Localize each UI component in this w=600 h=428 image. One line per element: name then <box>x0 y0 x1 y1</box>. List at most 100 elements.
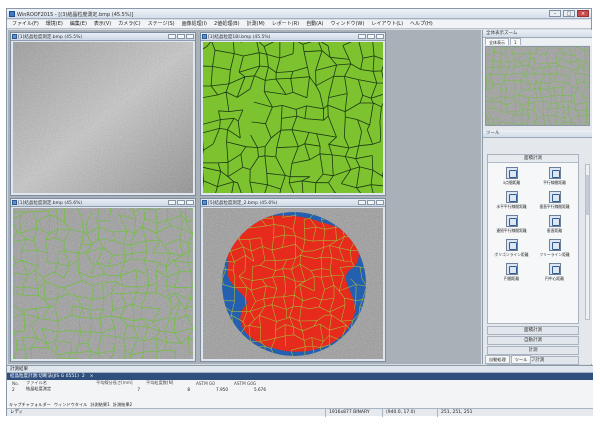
micrograph-circle[interactable] <box>203 208 383 359</box>
title-bar: WinROOF2015 - [(3)結晶粒度測定.bmp (45.5%)] – … <box>7 9 591 19</box>
menu-bar: ファイル(F) 環境(E) 編集(E) 表示(V) カメラ(C) ステージ(S)… <box>7 20 591 29</box>
table-cell: 7 <box>137 386 140 392</box>
menu-edit[interactable]: 編集(E) <box>67 20 90 28</box>
tab-window-tile[interactable]: ウィンドウタイル <box>54 401 88 408</box>
image-window-titlebar: [1]結晶粒度測定.bmp (45.6%) <box>11 199 195 207</box>
image-window-circle[interactable]: [5]結晶粒度測定_2.bmp (45.6%) <box>200 198 386 362</box>
tool-circle-distance[interactable]: 円間距離 <box>490 263 533 282</box>
image-window-title: [5]結晶粒度測定_2.bmp (45.6%) <box>208 201 278 206</box>
app-window: WinROOF2015 - [(3)結晶粒度測定.bmp (45.5%)] – … <box>6 8 593 417</box>
tab-overview[interactable]: 全体表示 <box>485 38 509 45</box>
tab-1[interactable]: 1 <box>510 38 521 45</box>
close-button[interactable] <box>376 34 384 39</box>
tab-result-2[interactable]: 計測結果2 <box>113 401 132 408</box>
tab-tools[interactable]: ツール <box>510 355 532 364</box>
maximize-button[interactable] <box>177 34 185 39</box>
image-window-titlebar: [1]結晶粒度1BI.bmp (45.5%) <box>201 33 385 41</box>
side-panel: 全体表示ズーム 全体表示 1 ツール 面積計測 3点間距離 平行線間距離 水平平… <box>482 30 592 365</box>
menu-file[interactable]: ファイル(F) <box>9 20 42 28</box>
maximize-button[interactable] <box>367 34 375 39</box>
tool-panel-title: ツール <box>483 130 592 138</box>
menu-stage[interactable]: ステージ(S) <box>145 20 178 28</box>
table-cell: 7.950 <box>216 386 228 392</box>
tool-three-point-distance[interactable]: 3点間距離 <box>490 167 533 186</box>
tool-group-header[interactable]: 面積計測 <box>488 155 578 163</box>
menu-layout[interactable]: レイアウト(L) <box>368 20 406 28</box>
tool-freeline[interactable]: フリーライン距離 <box>533 239 576 258</box>
image-window-controls <box>168 200 194 205</box>
menu-measure[interactable]: 計測(M) <box>244 20 268 28</box>
menu-image-processing[interactable]: 画像処理(I) <box>179 20 210 28</box>
menu-report[interactable]: レポート(R) <box>269 20 302 28</box>
minimize-button[interactable]: – <box>549 10 561 17</box>
image-window-overlay[interactable]: [1]結晶粒度測定.bmp (45.6%) <box>10 198 196 362</box>
menu-help[interactable]: ヘルプ(H) <box>407 20 436 28</box>
tool-perpendicular[interactable]: 垂直距離 <box>533 215 576 234</box>
maximize-button[interactable]: □ <box>563 10 575 17</box>
minimize-button[interactable] <box>358 34 366 39</box>
micrograph-overlay[interactable] <box>13 208 193 359</box>
app-icon <box>9 11 15 17</box>
minimize-button[interactable] <box>168 34 176 39</box>
tool-parallel-distance[interactable]: 平行線間距離 <box>533 167 576 186</box>
minimize-button[interactable] <box>168 200 176 205</box>
tool-vertical-parallel[interactable]: 垂直平行線間距離 <box>533 191 576 210</box>
tab-capture-folder[interactable]: キャプチャフォルダー <box>9 401 51 408</box>
tool-polyline[interactable]: ポリゴンライン距離 <box>490 239 533 258</box>
ruler-icon <box>548 167 561 179</box>
maximize-button[interactable] <box>367 200 375 205</box>
thumbnail-panel-title: 全体表示ズーム <box>483 30 592 38</box>
tool-scrollbar[interactable] <box>585 164 590 320</box>
group-annotation[interactable]: 計測 <box>487 346 579 355</box>
status-coords: (940.0, 17.0) <box>382 409 415 417</box>
image-icon <box>12 34 17 39</box>
ruler-icon <box>505 191 518 203</box>
overview-thumbnail[interactable] <box>485 46 590 126</box>
close-button[interactable]: × <box>577 10 589 17</box>
overlay-grain-image <box>13 208 193 359</box>
close-button[interactable] <box>186 34 194 39</box>
menu-window[interactable]: ウィンドウ(W) <box>327 20 367 28</box>
group-area-measure[interactable]: 面積計測 <box>487 326 579 335</box>
result-index: 2 <box>81 374 85 379</box>
image-window-titlebar: [1]結晶粒度測定.bmp (45.5%) <box>11 33 195 41</box>
image-window-controls <box>358 34 384 39</box>
tool-continuous-parallel[interactable]: 連続平行線間距離 <box>490 215 533 234</box>
close-icon[interactable]: × <box>90 373 94 380</box>
tool-horizontal-parallel[interactable]: 水平平行線間距離 <box>490 191 533 210</box>
menu-view[interactable]: 表示(V) <box>91 20 114 28</box>
menu-auto[interactable]: 自動(A) <box>303 20 326 28</box>
group-auto-measure[interactable]: 自動計測 <box>487 336 579 345</box>
binary-grain-image <box>203 42 383 193</box>
scrollbar-thumb[interactable] <box>586 175 589 215</box>
minimize-button[interactable] <box>358 200 366 205</box>
menu-environment[interactable]: 環境(E) <box>43 20 66 28</box>
tool-palette: 面積計測 3点間距離 平行線間距離 水平平行線間距離 垂直平行線間距離 連続平行… <box>487 154 579 324</box>
micrograph-binary[interactable] <box>203 42 383 193</box>
image-window-title: [1]結晶粒度1BI.bmp (45.5%) <box>208 35 271 40</box>
image-window-title: [1]結晶粒度測定.bmp (45.5%) <box>18 35 83 40</box>
micrograph-gray-image <box>13 42 193 193</box>
tab-result-1[interactable]: 計測結果1 <box>90 401 109 408</box>
results-table: No. ファイル名 平均線分長さ[mm] 平均粒度数[N] ASTM G0 AS… <box>9 380 269 392</box>
micrograph-gray[interactable] <box>13 42 193 193</box>
image-window-controls <box>358 200 384 205</box>
tab-auto-process[interactable]: 自動処理 <box>485 355 510 364</box>
table-cell: 8 <box>187 386 190 392</box>
image-window-binary[interactable]: [1]結晶粒度1BI.bmp (45.5%) <box>200 32 386 196</box>
table-cell: 結晶粒度測定 <box>26 386 52 391</box>
close-button[interactable] <box>186 200 194 205</box>
menu-camera[interactable]: カメラ(C) <box>115 20 143 28</box>
image-icon <box>202 34 207 39</box>
results-panel: 計測結果 結晶粒度計測:切断法(JIS G 0551) 2 × No. ファイル… <box>7 365 593 417</box>
image-window-original[interactable]: [1]結晶粒度測定.bmp (45.5%) <box>10 32 196 196</box>
result-header: 結晶粒度計測:切断法(JIS G 0551) 2 × <box>7 373 593 380</box>
tool-circle-center[interactable]: 円中心距離 <box>533 263 576 282</box>
side-panel-tabs: 自動処理 ツール <box>485 355 532 364</box>
menu-binary[interactable]: 2値処理(B) <box>211 20 243 28</box>
mdi-workspace: [1]結晶粒度測定.bmp (45.5%) [1]結晶粒度1BI.bmp (45… <box>8 30 481 364</box>
maximize-button[interactable] <box>177 200 185 205</box>
table-row[interactable]: 2 結晶粒度測定 7 8 7.950 5.676 <box>9 386 269 392</box>
status-mode: 1916x877 BINARY <box>325 409 370 417</box>
close-button[interactable] <box>376 200 384 205</box>
